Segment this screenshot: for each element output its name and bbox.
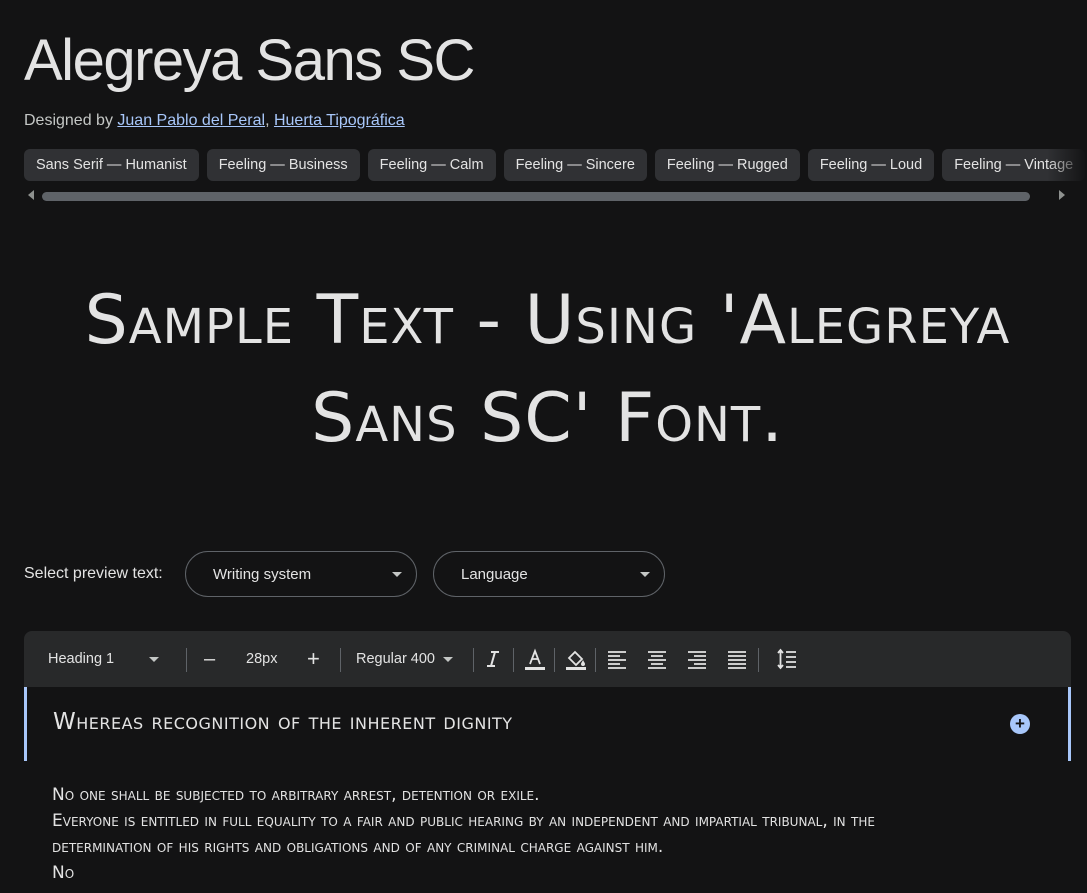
language-value: Language <box>461 565 528 583</box>
toolbar-divider <box>473 648 474 672</box>
language-select[interactable]: Language <box>433 551 665 597</box>
increase-size-button[interactable]: + <box>307 631 320 687</box>
scroll-left-arrow-icon[interactable] <box>28 190 34 200</box>
toolbar-divider <box>186 648 187 672</box>
scroll-right-arrow-icon[interactable] <box>1059 190 1065 200</box>
paragraph-line: Everyone is entitled in full equality to… <box>52 811 875 857</box>
editor-toolbar: Heading 1 – 28px + Regular 400 <box>24 631 1071 687</box>
chevron-down-icon <box>640 572 650 577</box>
font-title: Alegreya Sans SC <box>24 28 475 93</box>
align-right-icon[interactable] <box>685 647 709 671</box>
align-left-icon[interactable] <box>605 647 629 671</box>
sample-text-preview: Sample Text - Using 'Alegreya Sans SC' F… <box>84 281 1011 458</box>
designer-separator: , <box>265 112 270 129</box>
chevron-down-icon <box>392 572 402 577</box>
writing-system-value: Writing system <box>213 565 312 583</box>
align-center-icon[interactable] <box>645 647 669 671</box>
designed-by-label: Designed by <box>24 112 113 129</box>
font-size-value[interactable]: 28px <box>246 631 277 687</box>
tag-chip[interactable]: Feeling — Calm <box>367 149 496 181</box>
highlight-color-icon[interactable] <box>564 647 588 671</box>
editor-paragraph[interactable]: No one shall be subjected to arbitrary a… <box>52 782 972 886</box>
designer-link-1[interactable]: Juan Pablo del Peral <box>117 112 265 129</box>
text-style-value: Heading 1 <box>48 651 115 667</box>
line-height-icon[interactable] <box>774 647 798 671</box>
chevron-down-icon <box>443 656 453 662</box>
toolbar-divider <box>513 648 514 672</box>
text-color-icon[interactable] <box>523 647 547 671</box>
preview-text-label: Select preview text: <box>24 565 163 582</box>
page: Alegreya Sans SC Designed by Juan Pablo … <box>0 0 1087 893</box>
paragraph-line: No <box>52 863 75 883</box>
editor-heading-text[interactable]: Whereas recognition of the inherent dign… <box>53 709 513 735</box>
writing-system-select[interactable]: Writing system <box>185 551 417 597</box>
tag-chip[interactable]: Feeling — Loud <box>807 149 935 181</box>
font-weight-select[interactable]: Regular 400 <box>356 631 453 687</box>
editor-heading-row[interactable]: Whereas recognition of the inherent dign… <box>24 687 1071 761</box>
add-icon[interactable]: + <box>1010 714 1030 734</box>
toolbar-divider <box>758 648 759 672</box>
tag-chip[interactable]: Feeling — Business <box>206 149 360 181</box>
tag-chip[interactable]: Feeling — Sincere <box>503 149 647 181</box>
font-weight-value: Regular 400 <box>356 651 435 667</box>
toolbar-divider <box>595 648 596 672</box>
tag-chip[interactable]: Feeling — Rugged <box>654 149 800 181</box>
tag-chip[interactable]: Sans Serif — Humanist <box>24 149 199 181</box>
text-style-select[interactable]: Heading 1 <box>48 631 160 687</box>
italic-icon[interactable] <box>481 647 505 671</box>
tag-list: Sans Serif — Humanist Feeling — Business… <box>24 149 1087 183</box>
align-justify-icon[interactable] <box>725 647 749 671</box>
designer-credits: Designed by Juan Pablo del Peral, Huerta… <box>24 110 405 132</box>
chevron-down-icon <box>149 656 160 662</box>
toolbar-divider <box>554 648 555 672</box>
paragraph-line: No one shall be subjected to arbitrary a… <box>52 785 540 805</box>
designer-link-2[interactable]: Huerta Tipográfica <box>274 112 405 129</box>
toolbar-divider <box>340 648 341 672</box>
tag-list-fade <box>1047 149 1087 183</box>
horizontal-scrollbar[interactable] <box>42 192 1030 201</box>
decrease-size-button[interactable]: – <box>204 631 215 687</box>
